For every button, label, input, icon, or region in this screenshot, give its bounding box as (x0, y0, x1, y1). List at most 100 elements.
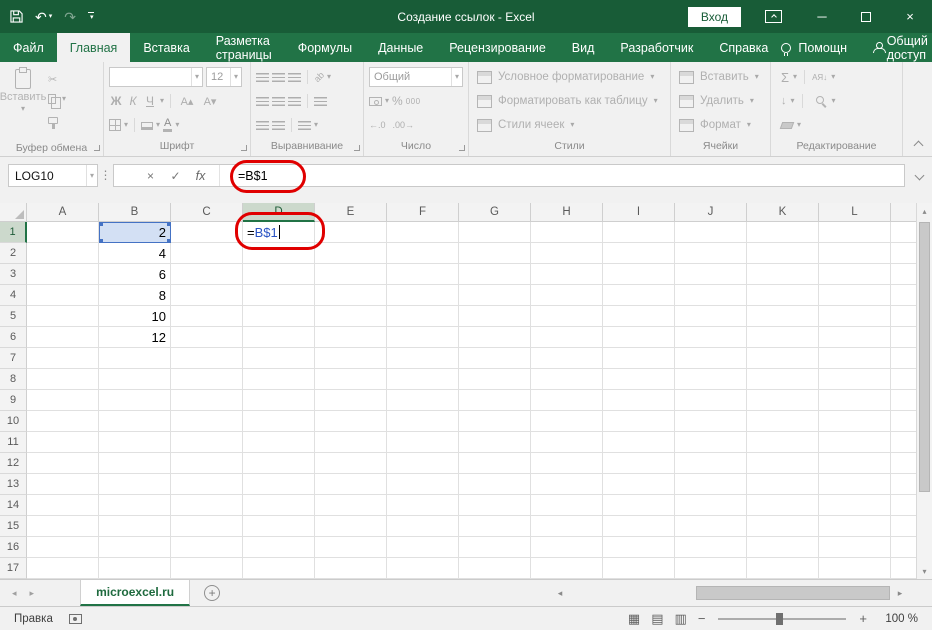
share-button[interactable]: Общий доступ (873, 34, 932, 62)
formula-bar-divider-handle[interactable]: ⋮ (98, 164, 113, 187)
grid-cell[interactable] (27, 348, 99, 369)
grid-cell[interactable] (531, 348, 603, 369)
ribbon-tab[interactable]: Справка (706, 33, 781, 62)
grid-cell[interactable] (531, 306, 603, 327)
grid-cell[interactable] (27, 306, 99, 327)
grid-cell[interactable] (531, 495, 603, 516)
grid-cell[interactable] (747, 453, 819, 474)
grid-cell[interactable] (99, 495, 171, 516)
grid-cell[interactable] (675, 243, 747, 264)
sheet-nav-left-icon[interactable]: ◂ (12, 588, 17, 599)
row-header[interactable]: 17 (0, 558, 27, 579)
grid-cell[interactable] (27, 474, 99, 495)
page-layout-view-button[interactable]: ▤ (651, 611, 663, 627)
grid-cell[interactable] (315, 285, 387, 306)
grid-cell[interactable] (243, 474, 315, 495)
row-header[interactable]: 14 (0, 495, 27, 516)
font-size-select[interactable]: 12▾ (206, 67, 242, 87)
grid-cell[interactable] (27, 537, 99, 558)
grid-cell[interactable] (387, 306, 459, 327)
grid-cell[interactable] (675, 264, 747, 285)
align-center-icon[interactable] (272, 97, 285, 106)
scroll-right-arrow[interactable]: ▸ (892, 588, 908, 599)
scroll-left-arrow[interactable]: ◂ (552, 588, 568, 599)
grid-cell[interactable] (171, 453, 243, 474)
redo-button[interactable]: ↷ (64, 10, 76, 24)
grid-cell[interactable]: 4 (99, 243, 171, 264)
ribbon-tab[interactable]: Вставка (130, 33, 202, 62)
grid-cell[interactable] (747, 495, 819, 516)
editing-cell[interactable]: =B$1 (243, 222, 315, 243)
insert-cells-button[interactable]: Вставить▾ (671, 65, 770, 89)
grid-cell[interactable] (315, 516, 387, 537)
grid-cell[interactable] (27, 453, 99, 474)
delete-cells-button[interactable]: Удалить▾ (671, 89, 770, 113)
align-middle-icon[interactable] (272, 73, 285, 82)
referenced-cell[interactable]: 2 (99, 222, 171, 243)
grid-cell[interactable] (243, 453, 315, 474)
grid-cell[interactable] (99, 537, 171, 558)
number-format-select[interactable]: Общий▾ (369, 67, 463, 87)
enter-button[interactable]: ✓ (163, 169, 188, 183)
dialog-launcher-icon[interactable] (241, 145, 247, 151)
grid-cell[interactable] (675, 516, 747, 537)
grid-cell[interactable] (531, 432, 603, 453)
grid-cell[interactable] (171, 327, 243, 348)
column-header[interactable]: B (99, 203, 171, 222)
wrap-text-icon[interactable] (314, 97, 327, 106)
grid-cell[interactable] (243, 558, 315, 579)
grid-cell[interactable] (459, 285, 531, 306)
grid-cell[interactable] (819, 264, 891, 285)
grid-cell[interactable] (27, 327, 99, 348)
conditional-formatting-button[interactable]: Условное форматирование▾ (469, 65, 670, 89)
sheet-nav-right-icon[interactable]: ▸ (30, 588, 35, 599)
dialog-launcher-icon[interactable] (459, 145, 465, 151)
expand-formula-bar-button[interactable] (908, 164, 930, 187)
grid-cell[interactable] (387, 243, 459, 264)
grid-cell[interactable] (675, 558, 747, 579)
grid-cell[interactable] (387, 264, 459, 285)
grid-cell[interactable] (315, 222, 387, 243)
grid-cell[interactable] (459, 537, 531, 558)
grid-cell[interactable] (387, 327, 459, 348)
grid-cell[interactable] (459, 222, 531, 243)
grid-cell[interactable] (747, 327, 819, 348)
grid-cell[interactable] (27, 285, 99, 306)
grid-cell[interactable] (603, 264, 675, 285)
zoom-in-button[interactable]: + (859, 611, 867, 626)
row-header[interactable]: 10 (0, 411, 27, 432)
zoom-slider-thumb[interactable] (776, 613, 783, 625)
grid-cell[interactable] (675, 474, 747, 495)
ribbon-display-options-button[interactable] (765, 10, 782, 23)
insert-function-button[interactable]: fx (188, 169, 213, 183)
grid-cell[interactable] (459, 432, 531, 453)
column-header[interactable]: E (315, 203, 387, 222)
grid-cell[interactable] (387, 411, 459, 432)
zoom-slider[interactable] (718, 618, 846, 620)
cut-button[interactable]: ✂ (46, 71, 68, 87)
grid-cell[interactable] (819, 390, 891, 411)
grid-cell[interactable] (459, 474, 531, 495)
decrease-decimal-icon[interactable]: .00→ (393, 120, 415, 130)
italic-button[interactable]: К (126, 94, 140, 108)
grid-cell[interactable] (315, 306, 387, 327)
ribbon-tab[interactable]: Рецензирование (436, 33, 559, 62)
grid-cell[interactable] (315, 432, 387, 453)
column-header[interactable]: L (819, 203, 891, 222)
grid-cell[interactable] (747, 411, 819, 432)
row-header[interactable]: 4 (0, 285, 27, 306)
column-header[interactable]: G (459, 203, 531, 222)
increase-font-button[interactable]: A▴ (177, 95, 197, 108)
grid-cell[interactable] (171, 411, 243, 432)
sheet-tab[interactable]: microexcel.ru (80, 580, 190, 606)
ribbon-tab[interactable]: Главная (57, 33, 131, 62)
grid-cell[interactable]: 12 (99, 327, 171, 348)
grid-cell[interactable] (171, 348, 243, 369)
page-break-view-button[interactable]: ▥ (675, 611, 687, 627)
grid-cell[interactable] (603, 453, 675, 474)
grid-cell[interactable] (531, 474, 603, 495)
underline-button[interactable]: Ч (143, 94, 157, 108)
grid-cell[interactable] (171, 369, 243, 390)
grid-cell[interactable] (171, 537, 243, 558)
font-color-icon[interactable]: A (163, 118, 172, 132)
